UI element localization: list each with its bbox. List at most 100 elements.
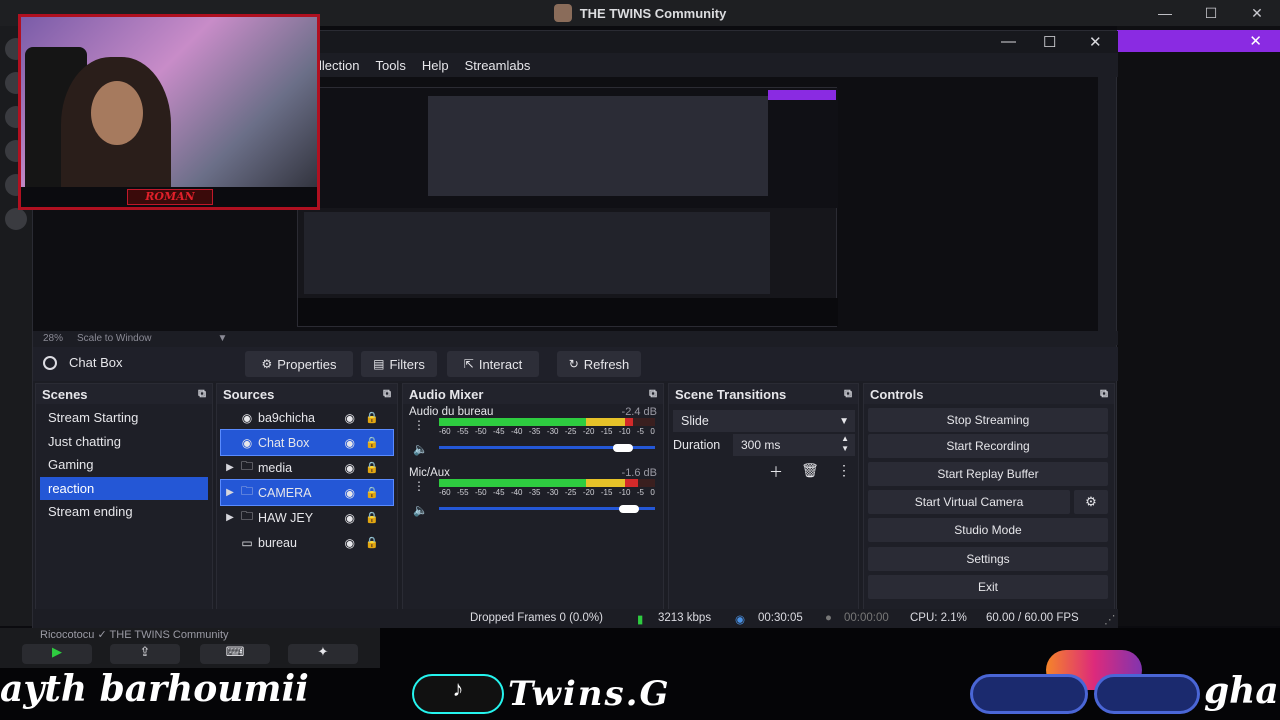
filter-icon: ▤ xyxy=(373,357,385,371)
transition-tools: ＋ 🗑 ⋮ xyxy=(759,462,861,482)
source-row[interactable]: ◉ Chat Box ◉ 🔒 xyxy=(220,429,394,456)
activity-icon[interactable]: ⌨ xyxy=(200,644,270,664)
folder-icon: 🗀 xyxy=(240,484,253,498)
add-icon[interactable]: ＋ xyxy=(759,462,793,482)
close-button[interactable]: ✕ xyxy=(1234,5,1280,22)
facebook-icon xyxy=(970,674,1088,714)
scene-item[interactable]: Stream Starting xyxy=(40,406,208,430)
eye-icon[interactable]: ◉ xyxy=(345,536,355,550)
tick-label: -20 xyxy=(582,427,595,436)
undock-icon[interactable]: ⧉ xyxy=(1100,388,1108,401)
stop-streaming-button[interactable]: Stop Streaming xyxy=(868,408,1108,432)
duration-value: 300 ms xyxy=(741,438,781,452)
chevron-down-icon: ▼ xyxy=(839,415,849,427)
obs-minimize-button[interactable]: — xyxy=(1001,33,1016,50)
start-replay-buffer-button[interactable]: Start Replay Buffer xyxy=(868,462,1108,486)
menu-streamlabs[interactable]: Streamlabs xyxy=(465,58,531,73)
virtual-camera-settings-button[interactable]: ⚙ xyxy=(1074,490,1108,514)
browser-source-icon: ◉ xyxy=(241,410,253,425)
properties-button[interactable]: ⚙ Properties xyxy=(245,351,353,377)
eye-icon[interactable]: ◉ xyxy=(345,411,355,425)
spinner-icon[interactable]: ▲ ▼ xyxy=(841,434,849,454)
minimize-button[interactable]: — xyxy=(1142,5,1188,21)
mixer-channel: Mic/Aux -1.6 dB ⋮ -60 -55 -50 -45 -40 -35 -30 -25-… xyxy=(403,465,663,526)
obs-maximize-button[interactable]: ☐ xyxy=(1043,33,1056,51)
start-virtual-camera-button[interactable]: Start Virtual Camera xyxy=(868,490,1070,514)
meter-fill xyxy=(585,479,625,487)
signal-icon: ▮ xyxy=(637,614,644,626)
refresh-icon: ↻ xyxy=(568,357,579,371)
scale-dropdown-icon[interactable]: ▼ xyxy=(218,333,228,344)
close-notice-button[interactable]: ✕ xyxy=(1249,32,1262,50)
soundboard-icon[interactable]: ✦ xyxy=(288,644,358,664)
refresh-button[interactable]: ↻ Refresh xyxy=(557,351,641,377)
lock-icon[interactable]: 🔒 xyxy=(365,536,379,549)
lock-icon[interactable]: 🔒 xyxy=(365,411,379,424)
undock-icon[interactable]: ⧉ xyxy=(383,388,391,401)
audio-mixer-title: Audio Mixer xyxy=(409,386,484,402)
screen-share-icon[interactable]: ⇪ xyxy=(110,644,180,664)
lock-icon[interactable]: 🔒 xyxy=(365,461,379,474)
eye-icon[interactable]: ◉ xyxy=(345,461,355,475)
sources-title: Sources xyxy=(223,386,275,402)
maximize-button[interactable]: ☐ xyxy=(1188,5,1234,22)
undock-icon[interactable]: ⧉ xyxy=(198,388,206,401)
controls-dock: Controls ⧉ Stop Streaming Start Recording… xyxy=(863,383,1115,629)
expand-icon[interactable]: ▶ xyxy=(221,462,239,473)
undock-icon[interactable]: ⧉ xyxy=(649,388,657,401)
lock-icon[interactable]: 🔒 xyxy=(365,436,379,449)
tick-label: 0 xyxy=(650,427,655,436)
more-icon[interactable]: ⋮ xyxy=(413,479,425,493)
monitor-icon: ▭ xyxy=(241,535,253,550)
tick-label: -10 xyxy=(618,488,631,497)
social-handle-text: gha xyxy=(1204,670,1279,712)
source-row[interactable]: ▶ 🗀 CAMERA ◉ 🔒 xyxy=(220,479,394,506)
source-row[interactable]: ◉ ba9chicha ◉ 🔒 xyxy=(221,405,393,430)
lock-icon[interactable]: 🔒 xyxy=(365,486,379,499)
source-row[interactable]: ▶ 🗀 media ◉ 🔒 xyxy=(221,455,393,480)
scene-item[interactable]: reaction xyxy=(40,476,208,500)
scene-item[interactable]: Just chatting xyxy=(40,430,208,454)
menu-tools[interactable]: Tools xyxy=(375,58,405,73)
audio-mixer-header: Audio Mixer ⧉ xyxy=(403,384,663,404)
more-icon[interactable]: ⋮ xyxy=(413,418,425,432)
eye-icon[interactable]: ◉ xyxy=(345,511,355,525)
expand-icon[interactable]: ▶ xyxy=(221,512,239,523)
studio-mode-button[interactable]: Studio Mode xyxy=(868,518,1108,542)
source-row[interactable]: ▶ 🗀 HAW JEY ◉ 🔒 xyxy=(221,505,393,530)
source-row[interactable]: ▭ bureau ◉ 🔒 xyxy=(221,530,393,555)
expand-icon[interactable]: ▶ xyxy=(221,487,239,498)
speaker-icon[interactable]: 🔈 xyxy=(413,503,428,517)
duration-input[interactable]: 300 ms ▲ ▼ xyxy=(733,434,855,456)
camera-icon[interactable]: ▶ xyxy=(22,644,92,664)
scenes-header: Scenes ⧉ xyxy=(36,384,212,404)
filters-button[interactable]: ▤ Filters xyxy=(361,351,437,377)
eye-icon[interactable]: ◉ xyxy=(345,486,355,500)
scene-item[interactable]: Stream ending xyxy=(40,500,208,524)
scene-item[interactable]: Gaming xyxy=(40,453,208,477)
undock-icon[interactable]: ⧉ xyxy=(844,388,852,401)
transition-select[interactable]: Slide ▼ xyxy=(673,410,855,432)
scale-mode[interactable]: Scale to Window xyxy=(77,333,151,344)
resize-grip-icon[interactable]: ⋰ xyxy=(1104,612,1116,626)
settings-button[interactable]: Settings xyxy=(868,547,1108,571)
eye-icon[interactable]: ◉ xyxy=(345,436,355,450)
exit-button[interactable]: Exit xyxy=(868,575,1108,599)
speaker-icon[interactable]: 🔈 xyxy=(413,442,428,456)
lock-icon[interactable]: 🔒 xyxy=(365,511,379,524)
browser-source-icon: ◉ xyxy=(241,435,253,450)
channel-db: -2.4 dB xyxy=(621,406,657,418)
volume-knob[interactable] xyxy=(612,444,633,452)
source-name: HAW JEY xyxy=(258,510,314,525)
menu-scene-collection[interactable]: llection xyxy=(319,58,359,73)
start-recording-button[interactable]: Start Recording xyxy=(868,434,1108,458)
obs-close-button[interactable]: ✕ xyxy=(1089,33,1102,51)
volume-knob[interactable] xyxy=(619,505,640,513)
source-name: ba9chicha xyxy=(258,410,315,425)
server-icon[interactable] xyxy=(5,208,27,230)
menu-help[interactable]: Help xyxy=(422,58,449,73)
trash-icon[interactable]: 🗑 xyxy=(793,462,827,482)
tick-label: -50 xyxy=(474,488,487,497)
more-icon[interactable]: ⋮ xyxy=(827,462,861,482)
interact-button[interactable]: ⇱ Interact xyxy=(447,351,539,377)
